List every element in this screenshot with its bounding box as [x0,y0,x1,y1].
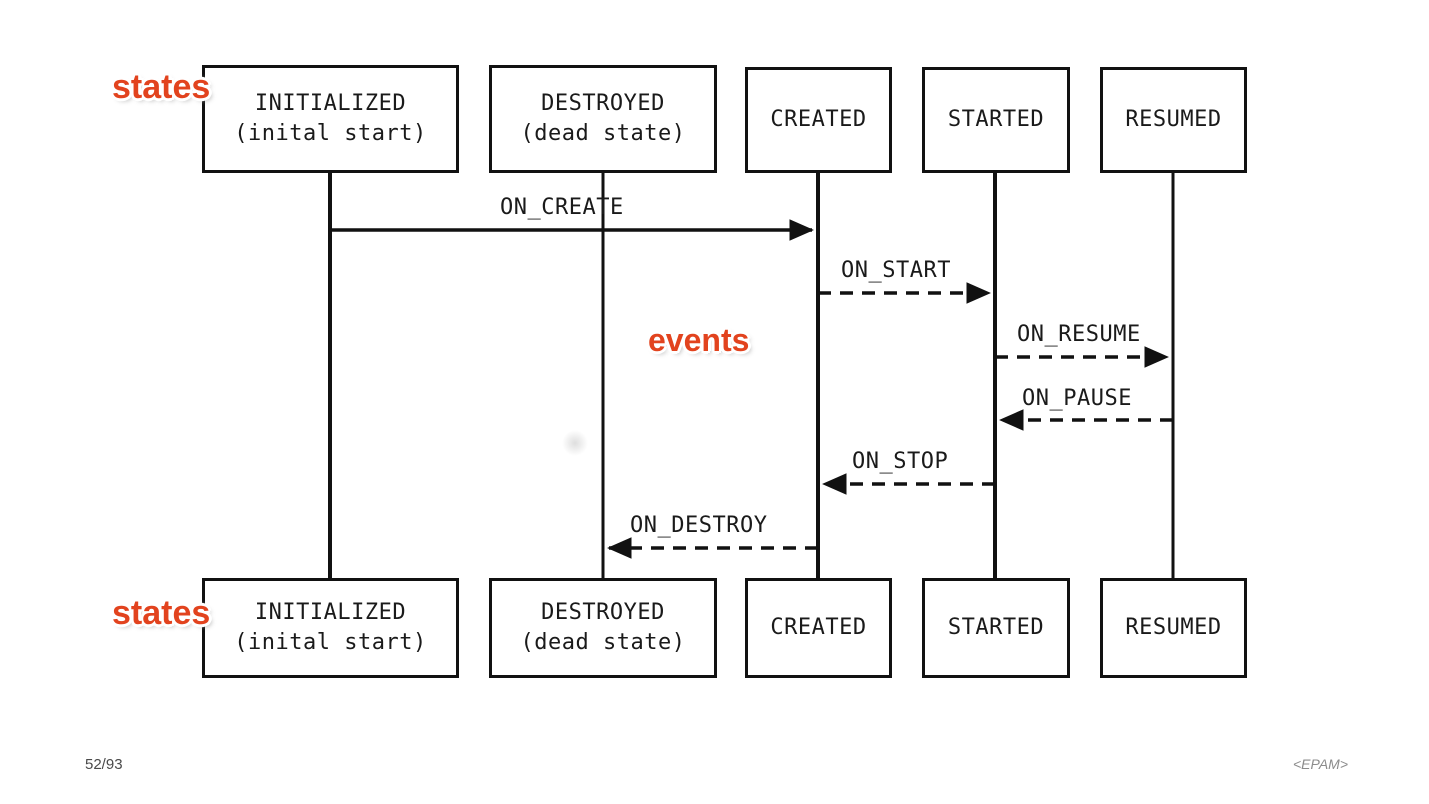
state-box-label: STARTED [947,107,1045,133]
message-label-on-destroy: ON_DESTROY [630,513,768,538]
slide-canvas: INITIALIZED (inital start) DESTROYED (dead … [0,0,1429,804]
state-box-bottom-destroyed: DESTROYED (dead state) [489,578,717,678]
state-box-label: DESTROYED [541,600,665,626]
state-box-sublabel: (inital start) [234,121,427,146]
state-box-top-created: CREATED [745,67,892,173]
state-box-label: DESTROYED [541,91,665,117]
state-box-sublabel: (dead state) [520,630,686,655]
state-box-top-resumed: RESUMED [1100,67,1247,173]
state-box-top-destroyed: DESTROYED (dead state) [489,65,717,173]
annotation-states-bottom: states [112,594,211,632]
state-box-label: RESUMED [1125,615,1222,641]
state-box-label: INITIALIZED [254,600,407,626]
state-box-label: INITIALIZED [254,91,407,117]
message-label-on-create: ON_CREATE [500,195,624,220]
annotation-events-center: events [648,322,750,358]
state-box-label: RESUMED [1125,107,1222,133]
state-box-top-started: STARTED [922,67,1070,173]
message-label-on-start: ON_START [841,258,951,283]
state-box-sublabel: (inital start) [234,630,427,655]
state-box-bottom-started: STARTED [922,578,1070,678]
annotation-states-top: states [112,68,211,106]
image-smudge-artifact [562,430,588,456]
state-box-bottom-resumed: RESUMED [1100,578,1247,678]
state-box-bottom-initialized: INITIALIZED (inital start) [202,578,459,678]
state-box-bottom-created: CREATED [745,578,892,678]
message-label-on-stop: ON_STOP [852,449,949,474]
message-label-on-resume: ON_RESUME [1017,322,1141,347]
state-box-label: CREATED [770,615,867,641]
page-number: 52/93 [85,756,123,773]
message-label-on-pause: ON_PAUSE [1022,386,1132,411]
state-box-label: STARTED [947,615,1045,641]
state-box-sublabel: (dead state) [520,121,686,146]
state-box-top-initialized: INITIALIZED (inital start) [202,65,459,173]
brand-mark: <EPAM> [1293,756,1348,772]
state-box-label: CREATED [770,107,867,133]
